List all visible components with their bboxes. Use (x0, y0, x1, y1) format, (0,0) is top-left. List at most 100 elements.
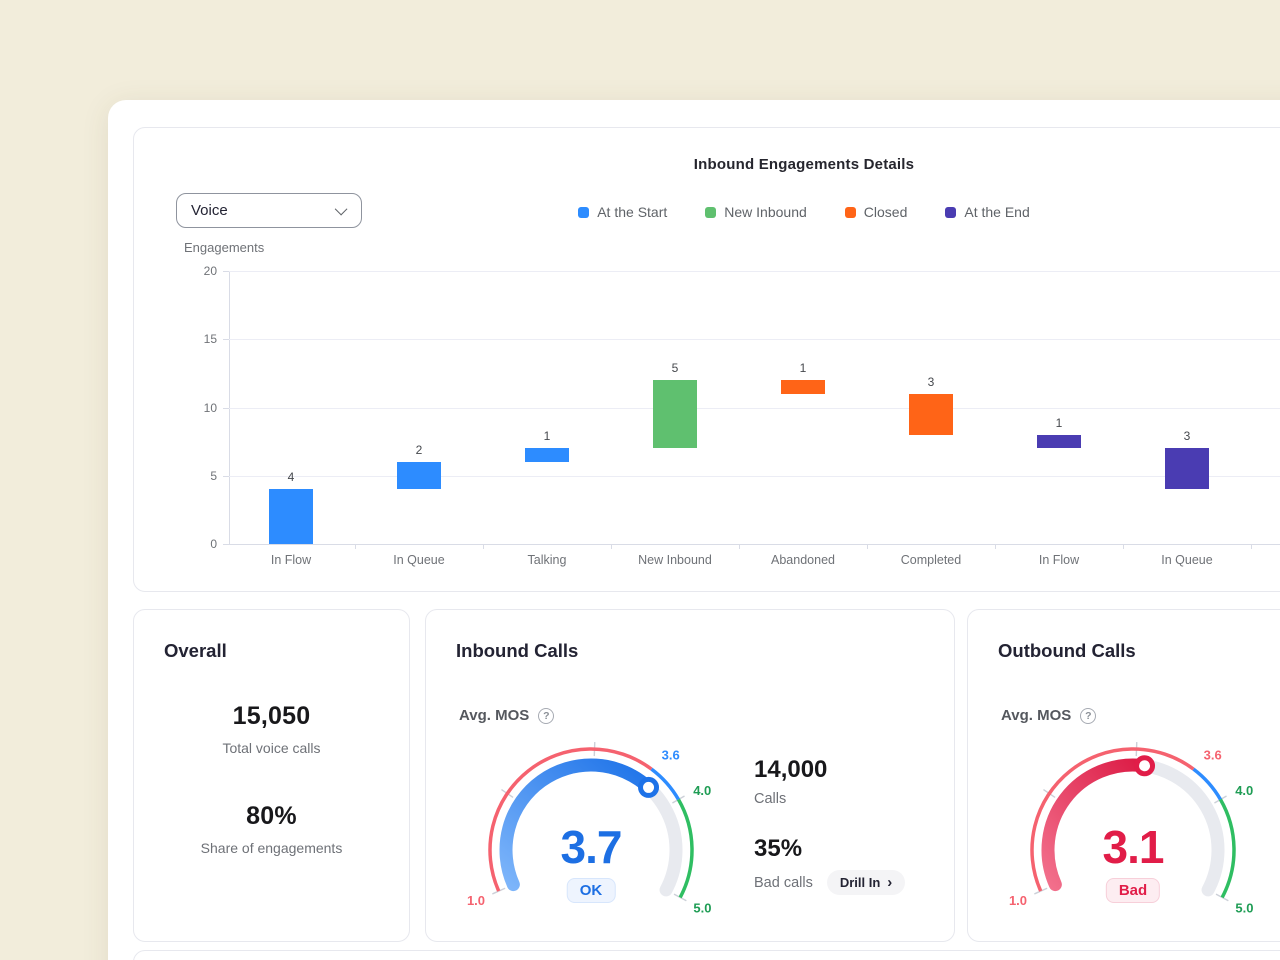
category-label: Abandoned (739, 553, 867, 567)
question-circle-icon[interactable]: ? (538, 708, 554, 724)
legend-swatch (705, 207, 716, 218)
drill-in-button[interactable]: Drill In › (827, 870, 905, 895)
category-label: In Flow (995, 553, 1123, 567)
gauge-tick-label: 4.0 (1235, 783, 1253, 798)
x-axis-tick (1251, 544, 1252, 549)
y-axis-title: Engagements (184, 240, 264, 255)
gridline (229, 408, 1280, 409)
chart-legend: At the Start New Inbound Closed At the End (134, 204, 1280, 220)
inbound-engagements-card: Inbound Engagements Details Voice At the… (133, 127, 1280, 592)
waterfall-bar (525, 448, 569, 462)
x-axis-tick (611, 544, 612, 549)
bar-value-label: 1 (1037, 416, 1081, 430)
y-tick-label: 15 (177, 332, 217, 346)
legend-label: At the Start (597, 204, 667, 220)
bar-value-label: 1 (525, 429, 569, 443)
legend-swatch (945, 207, 956, 218)
gauge-tick-label: 4.0 (693, 783, 711, 798)
category-label: New Inbound (611, 553, 739, 567)
y-tick-label: 10 (177, 401, 217, 415)
inbound-calls-title: Inbound Calls (456, 640, 578, 662)
bar-value-label: 3 (909, 375, 953, 389)
gridline (229, 339, 1280, 340)
legend-swatch (845, 207, 856, 218)
y-tick-label: 20 (177, 264, 217, 278)
waterfall-bar (269, 489, 313, 544)
legend-label: Closed (864, 204, 908, 220)
avg-mos-label: Avg. MOS (459, 707, 529, 724)
x-axis-tick (1123, 544, 1124, 549)
gauge-tick-label: 5.0 (1235, 900, 1253, 915)
gauge-tick-label: 3.6 (662, 748, 680, 763)
x-axis-tick (995, 544, 996, 549)
inbound-mos-gauge: 1.03.64.05.0 3.7 OK (461, 738, 721, 918)
bar-value-label: 4 (269, 470, 313, 484)
avg-mos-label: Avg. MOS (1001, 707, 1071, 724)
category-label: Talking (483, 553, 611, 567)
waterfall-bar (781, 380, 825, 394)
inbound-stats: 14,000 Calls 35% Bad calls Drill In › (754, 756, 944, 895)
share-of-engagements-value: 80% (134, 802, 409, 831)
waterfall-bar (653, 380, 697, 448)
legend-swatch (578, 207, 589, 218)
share-of-engagements-label: Share of engagements (134, 840, 409, 856)
waterfall-bar (1037, 435, 1081, 449)
outbound-calls-title: Outbound Calls (998, 640, 1136, 662)
bad-calls-label: Bad calls (754, 875, 813, 891)
next-card-partial (133, 950, 1280, 960)
x-axis-tick (867, 544, 868, 549)
overall-card-title: Overall (164, 640, 227, 662)
share-of-engagements-stat: 80% Share of engagements (134, 802, 409, 856)
outbound-calls-card: Outbound Calls Avg. MOS ? 1.03.64.05.0 3… (967, 609, 1280, 942)
total-voice-calls-stat: 15,050 Total voice calls (134, 702, 409, 756)
dashboard-background: { "chart_card": { "title": "Inbound Enga… (0, 0, 1280, 960)
gauge-tick-label: 1.0 (467, 893, 485, 908)
category-label: In Flow (227, 553, 355, 567)
overall-card: Overall 15,050 Total voice calls 80% Sha… (133, 609, 410, 942)
inbound-calls-card: Inbound Calls Avg. MOS ? 1.03.64.05.0 3.… (425, 609, 955, 942)
question-circle-icon[interactable]: ? (1080, 708, 1096, 724)
gauge-status-badge: OK (567, 878, 616, 903)
y-axis-tick (223, 544, 229, 545)
x-axis-tick (355, 544, 356, 549)
engagements-waterfall-chart: 051015204In Flow2In Queue1Talking5New In… (229, 271, 1280, 544)
chart-title: Inbound Engagements Details (134, 156, 1280, 173)
outbound-mos-gauge: 1.03.64.05.0 3.1 Bad (1003, 738, 1263, 918)
x-axis-tick (483, 544, 484, 549)
legend-item[interactable]: At the End (945, 204, 1029, 220)
waterfall-bar (397, 462, 441, 489)
bar-value-label: 5 (653, 361, 697, 375)
legend-item[interactable]: At the Start (578, 204, 667, 220)
y-axis-tick (223, 271, 229, 272)
calls-count-label: Calls (754, 791, 944, 807)
gauge-tick-label: 5.0 (693, 900, 711, 915)
drill-in-label: Drill In (840, 875, 880, 890)
category-label: In Queue (355, 553, 483, 567)
legend-item[interactable]: New Inbound (705, 204, 807, 220)
y-axis-tick (223, 476, 229, 477)
legend-label: At the End (964, 204, 1029, 220)
category-label: Completed (867, 553, 995, 567)
gauge-tick-label: 3.6 (1204, 748, 1222, 763)
legend-item[interactable]: Closed (845, 204, 908, 220)
gridline (229, 271, 1280, 272)
y-tick-label: 0 (177, 537, 217, 551)
waterfall-bar (909, 394, 953, 435)
bar-value-label: 2 (397, 443, 441, 457)
dashboard-window: Inbound Engagements Details Voice At the… (108, 100, 1280, 960)
chevron-right-icon: › (887, 875, 892, 890)
calls-count-value: 14,000 (754, 756, 944, 784)
y-axis-tick (223, 408, 229, 409)
y-axis-tick (223, 339, 229, 340)
total-voice-calls-label: Total voice calls (134, 740, 409, 756)
bar-value-label: 1 (781, 361, 825, 375)
inbound-avg-mos-row: Avg. MOS ? (459, 707, 554, 724)
gridline (229, 476, 1280, 477)
y-tick-label: 5 (177, 469, 217, 483)
bad-calls-value: 35% (754, 835, 944, 863)
gauge-status-badge: Bad (1106, 878, 1160, 903)
x-axis-tick (739, 544, 740, 549)
gauge-tick-label: 1.0 (1009, 893, 1027, 908)
category-label: In Queue (1123, 553, 1251, 567)
total-voice-calls-value: 15,050 (134, 702, 409, 731)
